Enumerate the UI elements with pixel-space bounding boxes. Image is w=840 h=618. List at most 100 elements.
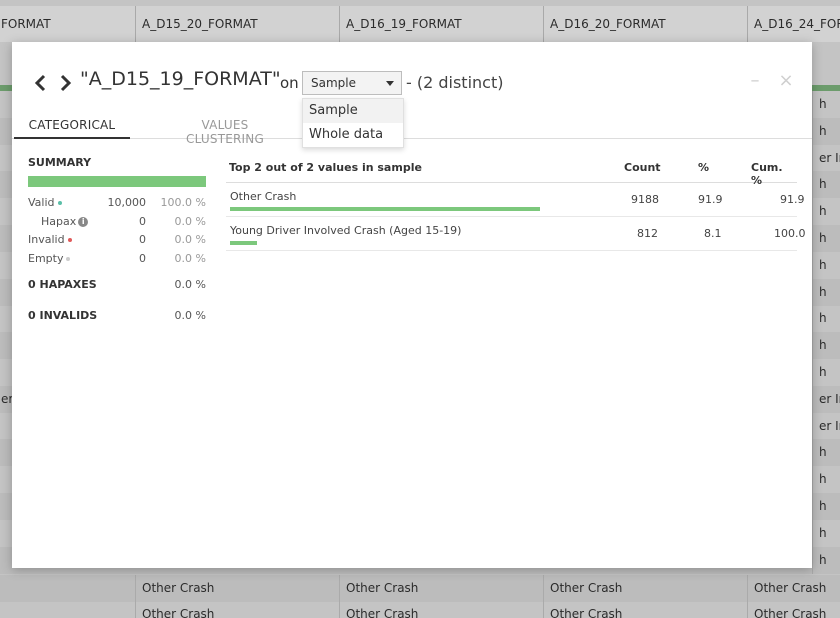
table-row[interactable]: Other Crash 9188 91.9 91.9: [226, 183, 805, 217]
grid-cell: h: [812, 439, 840, 467]
values-table-header: Top 2 out of 2 values in sample Count % …: [226, 156, 797, 187]
grid-cell: h: [812, 225, 840, 252]
previous-column-button[interactable]: [32, 72, 50, 94]
summary-count: 10,000: [107, 196, 147, 209]
summary-count: 0: [139, 214, 146, 228]
grid-cell: Other Crash: [543, 601, 747, 618]
chevron-right-icon: [60, 74, 72, 92]
grid-cell: h: [812, 332, 840, 360]
analysis-tabs: CATEGORICAL VALUES CLUSTERING: [12, 114, 812, 146]
invalids-pct: 0.0 %: [174, 309, 206, 322]
summary-pct: 0.0 %: [174, 233, 206, 246]
sample-select-value: Sample: [311, 76, 356, 90]
empty-dot-icon: [66, 256, 71, 261]
dropdown-option-sample[interactable]: Sample: [303, 99, 403, 123]
chevron-down-icon: [386, 81, 394, 86]
value-count: 9188: [631, 193, 659, 206]
next-column-button[interactable]: [56, 72, 74, 94]
value-name: Other Crash: [230, 190, 297, 203]
hapaxes-pct: 0.0 %: [174, 278, 206, 291]
summary-count: 0: [139, 233, 146, 246]
summary-label: Invalid: [28, 233, 65, 246]
pct-column-header[interactable]: %: [698, 161, 709, 174]
values-table: Top 2 out of 2 values in sample Count % …: [226, 156, 806, 251]
table-row[interactable]: Other Crash Other Crash Other Crash Othe…: [0, 575, 840, 602]
value-pct: 91.9: [698, 193, 723, 206]
grid-cell: Other Crash: [339, 601, 543, 618]
hapaxes-label: 0 HAPAXES: [28, 278, 97, 291]
table-row[interactable]: Young Driver Involved Crash (Aged 15-19)…: [226, 217, 806, 251]
summary-label: Valid: [28, 196, 55, 209]
grid-cell: er Inv: [812, 144, 840, 172]
grid-cell: h: [812, 466, 840, 494]
summary-heading: SUMMARY: [28, 156, 92, 169]
grid-cell: Other Crash: [747, 601, 840, 618]
value-count: 812: [637, 227, 658, 240]
column-analysis-modal: "A_D15_19_FORMAT" on Sample - (2 distinc…: [12, 42, 812, 568]
grid-column-header[interactable]: A_D15_20_FORMAT: [135, 6, 339, 42]
grid-cell: Other Crash: [543, 575, 747, 602]
chevron-left-icon: [34, 74, 46, 92]
grid-cell: h: [812, 305, 840, 333]
summary-count: 0: [139, 251, 146, 265]
value-pct: 8.1: [704, 227, 722, 240]
on-label: on: [280, 74, 299, 92]
tab-values-clustering[interactable]: VALUES CLUSTERING: [162, 118, 288, 146]
count-column-header[interactable]: Count: [624, 161, 661, 174]
distinct-count: - (2 distinct): [406, 73, 504, 92]
summary-label: Hapax: [41, 214, 77, 228]
modal-title-bar: "A_D15_19_FORMAT" on Sample - (2 distinc…: [12, 42, 812, 122]
sample-dropdown-menu: Sample Whole data: [302, 98, 404, 148]
hapaxes-line: 0 HAPAXES 0.0 %: [28, 278, 206, 291]
sample-select[interactable]: Sample: [302, 71, 402, 95]
summary-row-empty: Empty 0 0.0 %: [28, 249, 206, 268]
invalid-dot-icon: [67, 238, 72, 242]
grid-cell: Other Crash: [747, 575, 840, 602]
value-cum-pct: 100.0: [774, 227, 806, 240]
grid-column-header[interactable]: FORMAT: [0, 6, 135, 42]
summary-row-valid: Valid 10,000 100.0 %: [28, 193, 206, 212]
grid-cell: h: [812, 359, 840, 386]
values-table-title: Top 2 out of 2 values in sample: [229, 161, 422, 174]
dropdown-option-whole-data[interactable]: Whole data: [303, 123, 403, 147]
valid-dot-icon: [57, 201, 62, 205]
info-icon[interactable]: i: [78, 216, 89, 227]
grid-column-header[interactable]: A_D16_19_FORMAT: [339, 6, 543, 42]
grid-cell: h: [812, 91, 840, 118]
grid-cell: h: [812, 198, 840, 226]
summary-label: Empty: [28, 251, 64, 265]
grid-cell: er Inv: [812, 385, 840, 413]
summary-pct: 100.0 %: [160, 196, 206, 209]
grid-cell: h: [812, 171, 840, 199]
value-frequency-bar: [230, 241, 257, 245]
minimize-button[interactable]: –: [746, 72, 764, 90]
summary-row-hapax: Hapax i 0 0.0 %: [28, 212, 206, 231]
table-row[interactable]: Other Crash Other Crash Other Crash Othe…: [0, 601, 840, 618]
grid-cell: h: [812, 546, 840, 574]
summary-pct: 0.0 %: [174, 251, 206, 265]
grid-cell: h: [812, 278, 840, 306]
value-cum-pct: 91.9: [780, 193, 805, 206]
close-button[interactable]: ×: [777, 72, 795, 90]
value-frequency-bar: [230, 207, 540, 211]
grid-cell: Other Crash: [135, 575, 339, 602]
grid-cell: h: [812, 519, 840, 547]
grid-column-header[interactable]: A_D16_24_FORMAT: [747, 6, 840, 42]
grid-cell: Other Crash: [339, 575, 543, 602]
grid-column-header[interactable]: A_D16_20_FORMAT: [543, 6, 747, 42]
column-title: "A_D15_19_FORMAT": [80, 68, 281, 90]
grid-cell: Other Crash: [135, 601, 339, 618]
grid-cell: h: [812, 493, 840, 520]
invalids-line: 0 INVALIDS 0.0 %: [28, 309, 206, 322]
summary-row-invalid: Invalid 0 0.0 %: [28, 230, 206, 249]
valid-ratio-bar: [28, 176, 206, 187]
grid-cell: h: [812, 251, 840, 279]
summary-pct: 0.0 %: [174, 214, 206, 228]
grid-cell: er I: [0, 386, 12, 413]
tab-categorical[interactable]: CATEGORICAL: [14, 118, 130, 139]
value-name: Young Driver Involved Crash (Aged 15-19): [230, 224, 462, 237]
invalids-label: 0 INVALIDS: [28, 309, 98, 322]
grid-cell: h: [812, 117, 840, 145]
grid-cell: er Inv: [812, 412, 840, 440]
summary-panel: SUMMARY Valid 10,000 100.0 % Hapax i 0 0.…: [28, 156, 206, 267]
